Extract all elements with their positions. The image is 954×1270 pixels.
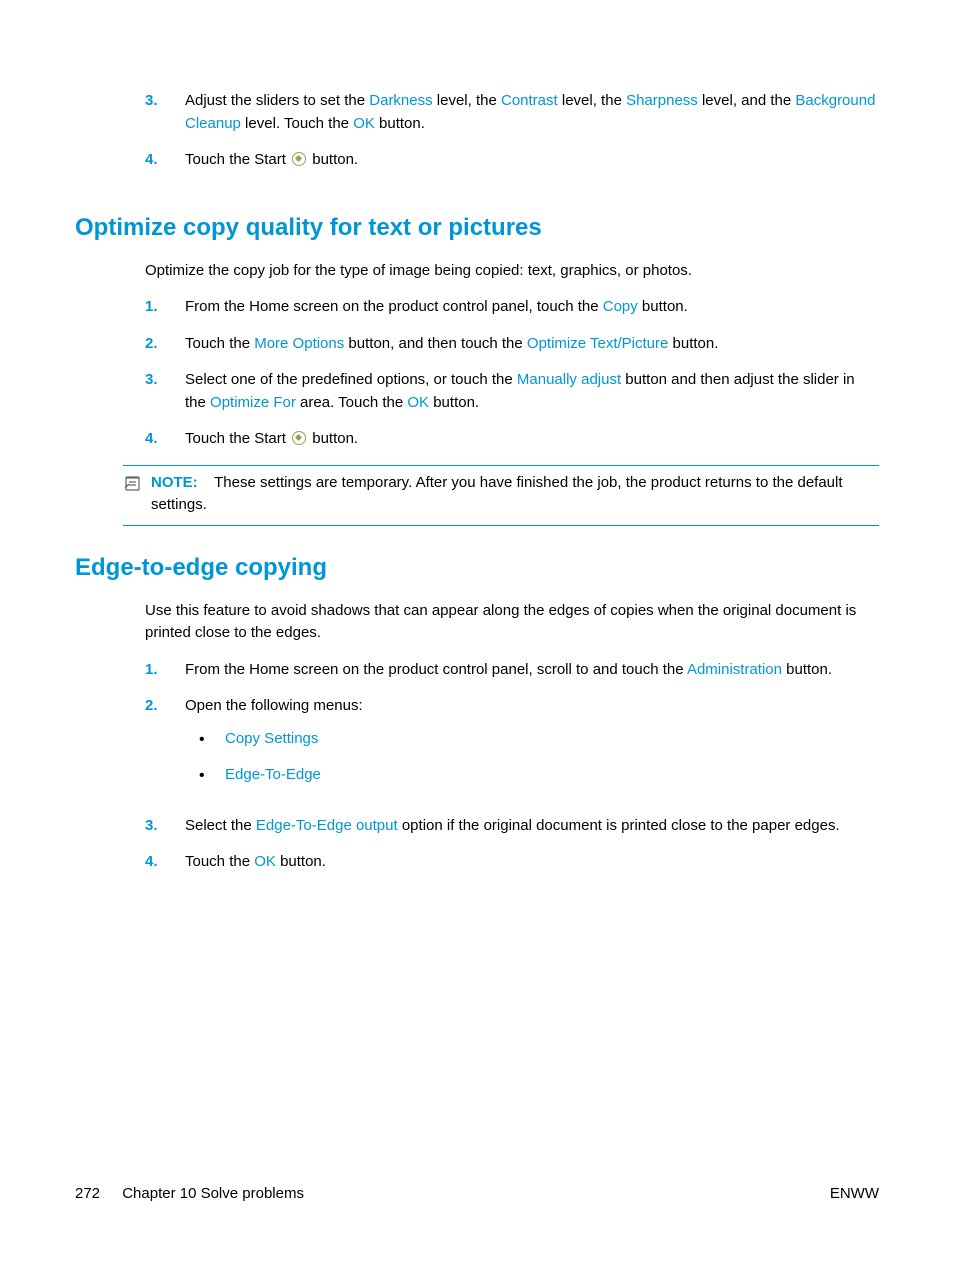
note-body: NOTE: These settings are temporary. Afte…	[123, 472, 879, 517]
page: 3. Adjust the sliders to set the Darknes…	[0, 0, 954, 1270]
section1-step4: 4. Touch the Start button.	[145, 428, 879, 465]
step-text: Touch the More Options button, and then …	[185, 335, 718, 352]
step-number: 2.	[145, 695, 158, 718]
page-number: 272	[75, 1185, 100, 1202]
section2-step4: 4. Touch the OK button.	[145, 851, 879, 888]
section1-step1: 1. From the Home screen on the product c…	[145, 296, 879, 333]
ui-edge-to-edge: Edge-To-Edge	[225, 766, 321, 783]
note-box: NOTE: These settings are temporary. Afte…	[123, 465, 879, 526]
step-text: Touch the Start button.	[185, 151, 358, 168]
note-text: These settings are temporary. After you …	[151, 474, 843, 514]
footer-left: 272 Chapter 10 Solve problems	[75, 1185, 304, 1202]
step-text: Touch the OK button.	[185, 853, 326, 870]
step-number: 4.	[145, 149, 158, 172]
ui-contrast: Contrast	[501, 92, 558, 109]
ui-ok: OK	[353, 115, 375, 132]
note-icon	[123, 474, 143, 492]
step-text: From the Home screen on the product cont…	[185, 661, 832, 678]
ui-sharpness: Sharpness	[626, 92, 698, 109]
ui-copy-settings: Copy Settings	[225, 730, 318, 747]
step-number: 4.	[145, 428, 158, 451]
ui-copy: Copy	[603, 298, 638, 315]
page-footer: 272 Chapter 10 Solve problems ENWW	[75, 1185, 879, 1202]
section2-intro: Use this feature to avoid shadows that c…	[145, 600, 879, 645]
ui-darkness: Darkness	[369, 92, 432, 109]
submenu-item-edge-to-edge: Edge-To-Edge	[185, 764, 879, 801]
step-number: 4.	[145, 851, 158, 874]
chapter-title: Chapter 10 Solve problems	[122, 1185, 304, 1202]
step-text: From the Home screen on the product cont…	[185, 298, 688, 315]
ui-manually-adjust: Manually adjust	[517, 371, 621, 388]
ui-edge-to-edge-output: Edge-To-Edge output	[256, 817, 398, 834]
step-text: Open the following menus:	[185, 697, 363, 714]
section2-steps: 1. From the Home screen on the product c…	[145, 659, 879, 888]
section1-step3: 3. Select one of the predefined options,…	[145, 369, 879, 428]
section0-steps: 3. Adjust the sliders to set the Darknes…	[145, 90, 879, 186]
ui-optimize-text-picture: Optimize Text/Picture	[527, 335, 668, 352]
step-number: 1.	[145, 296, 158, 319]
section1-step2: 2. Touch the More Options button, and th…	[145, 333, 879, 370]
start-icon	[292, 431, 306, 445]
section2-step2-submenu: Copy Settings Edge-To-Edge	[185, 728, 879, 801]
step-text: Adjust the sliders to set the Darkness l…	[185, 92, 875, 132]
section2-step3: 3. Select the Edge-To-Edge output option…	[145, 815, 879, 852]
section1-steps: 1. From the Home screen on the product c…	[145, 296, 879, 465]
section2-step2: 2. Open the following menus: Copy Settin…	[145, 695, 879, 815]
note-label: NOTE:	[151, 474, 198, 491]
ui-administration: Administration	[687, 661, 782, 678]
section0-step3: 3. Adjust the sliders to set the Darknes…	[145, 90, 879, 149]
submenu-item-copy-settings: Copy Settings	[185, 728, 879, 765]
ui-ok: OK	[254, 853, 276, 870]
ui-optimize-for: Optimize For	[210, 394, 296, 411]
start-icon	[292, 152, 306, 166]
page-content: 3. Adjust the sliders to set the Darknes…	[75, 90, 879, 888]
step-number: 1.	[145, 659, 158, 682]
section1-intro: Optimize the copy job for the type of im…	[145, 260, 879, 283]
step-number: 3.	[145, 369, 158, 392]
step-number: 3.	[145, 90, 158, 113]
section0-step4: 4. Touch the Start button.	[145, 149, 879, 186]
step-text: Select one of the predefined options, or…	[185, 371, 855, 411]
step-text: Touch the Start button.	[185, 430, 358, 447]
heading-edge-to-edge: Edge-to-edge copying	[75, 550, 879, 586]
step-number: 3.	[145, 815, 158, 838]
ui-ok: OK	[407, 394, 429, 411]
footer-right: ENWW	[830, 1185, 879, 1202]
heading-optimize-copy: Optimize copy quality for text or pictur…	[75, 210, 879, 246]
section2-step1: 1. From the Home screen on the product c…	[145, 659, 879, 696]
ui-more-options: More Options	[254, 335, 344, 352]
step-number: 2.	[145, 333, 158, 356]
step-text: Select the Edge-To-Edge output option if…	[185, 817, 840, 834]
